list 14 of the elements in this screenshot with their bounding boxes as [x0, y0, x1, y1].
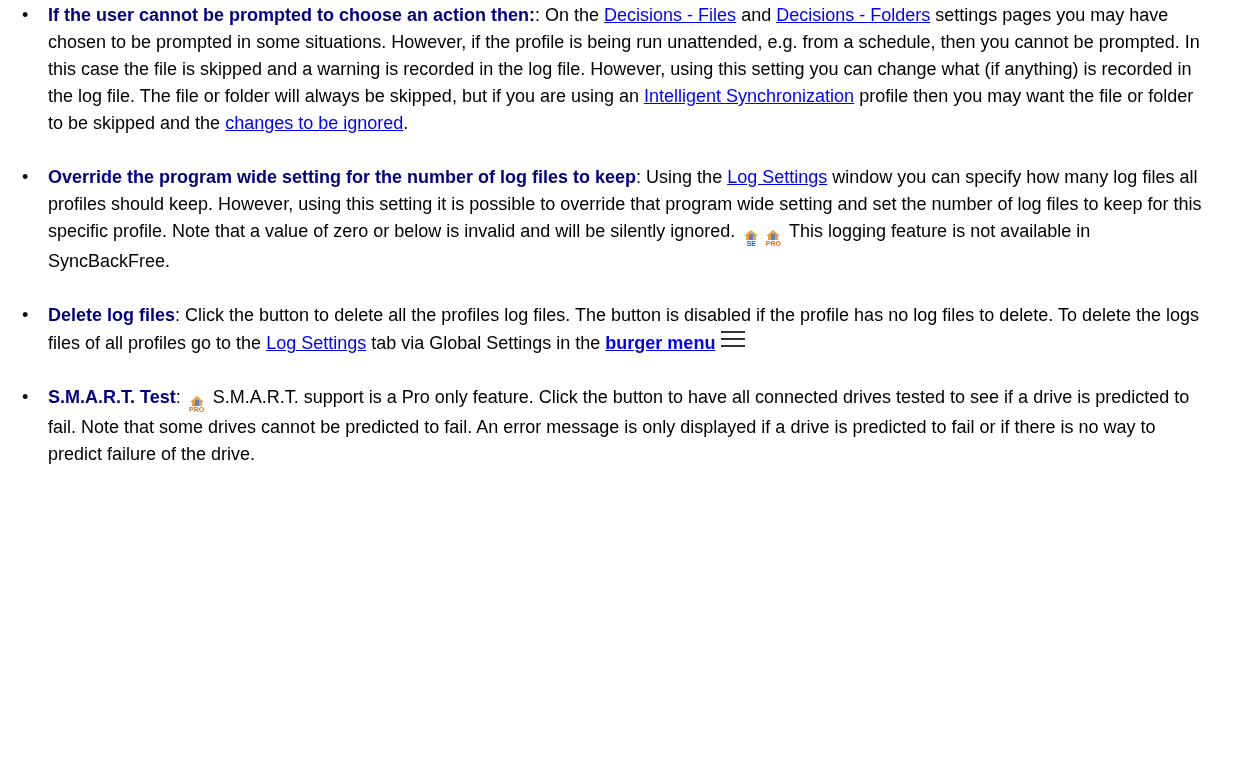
bullet: •	[22, 4, 30, 27]
link[interactable]: Log Settings	[266, 333, 367, 353]
link[interactable]: Log Settings	[727, 167, 828, 187]
link[interactable]: Decisions - Files	[604, 5, 737, 25]
menu-icon	[721, 329, 746, 349]
link[interactable]: Intelligent Synchronization	[644, 86, 855, 106]
paragraph: Delete log files: Click the button to delete all the profiles log files. The button is disabled if the profile has no log files to delete. To delete the logs files of all profiles go to the Log Settings tab via Global Settings in the burger menu	[48, 304, 1201, 355]
link[interactable]: burger menu	[605, 333, 716, 353]
link[interactable]: Decisions - Folders	[776, 5, 931, 25]
link[interactable]: changes to be ignored	[225, 113, 404, 133]
bullet: •	[22, 166, 30, 189]
paragraph: If the user cannot be prompted to choose an action then:: On the Decisions - Files and Decisions - Folders settings pages you may have chosen to be prompted in some situations. However, if the profile is being run unattended, e.g. from a schedule, then you cannot be prompted. In this case the file is skipped and a warning is recorded in the log file. However, using this setting you can change what (if anything) is recorded in the log file. The file or folder will always be skipped, but if you are using an Intelligent Synchronization profile then you may want the file or folder to be skipped and the changes to be ignored.	[48, 4, 1201, 135]
bullet: •	[22, 386, 30, 409]
bullet: •	[22, 304, 30, 327]
